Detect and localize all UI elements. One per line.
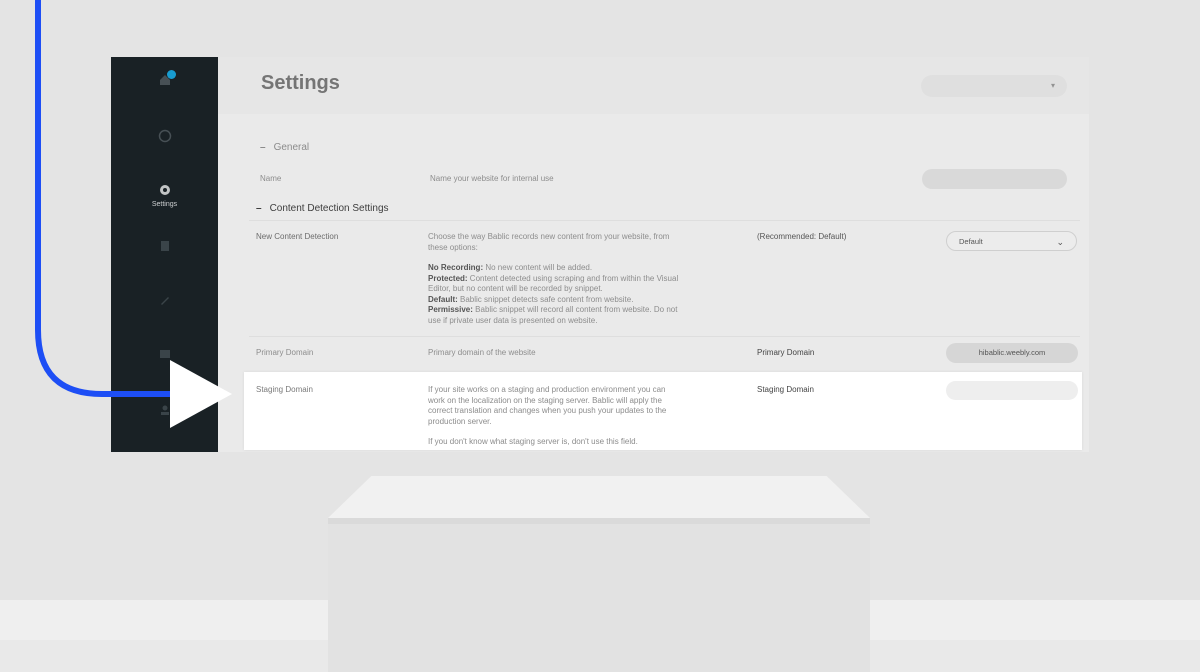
staging-domain-label: Staging Domain	[256, 385, 313, 394]
collapse-icon: –	[260, 142, 266, 153]
recommendation-text: (Recommended: Default)	[757, 232, 847, 241]
pedestal-top	[328, 476, 870, 518]
section-general-header[interactable]: – General	[260, 142, 309, 153]
new-content-description: Choose the way Bablic records new conten…	[428, 232, 679, 325]
section-content-detection-header[interactable]: – Content Detection Settings	[256, 203, 389, 214]
staging-domain-row: Staging Domain If your site works on a s…	[244, 372, 1082, 450]
page-title: Settings	[261, 72, 340, 94]
primary-domain-label: Primary Domain	[256, 348, 314, 357]
pedestal-front	[328, 518, 870, 672]
name-help: Name your website for internal use	[430, 174, 554, 183]
divider	[249, 336, 1080, 337]
divider	[249, 220, 1080, 221]
new-content-label: New Content Detection	[256, 232, 339, 241]
play-arrow-icon	[170, 360, 232, 428]
primary-domain-input[interactable]: hibablic.weebly.com	[946, 343, 1078, 363]
name-input[interactable]	[922, 169, 1067, 189]
primary-domain-field-label: Primary Domain	[757, 348, 815, 357]
connector-line	[35, 0, 178, 397]
chevron-down-icon: ▾	[1050, 81, 1055, 90]
staging-domain-input[interactable]	[946, 381, 1078, 400]
collapse-icon: –	[256, 203, 262, 214]
site-select[interactable]: ▾	[921, 75, 1067, 97]
primary-domain-help: Primary domain of the website	[428, 348, 536, 357]
staging-domain-help: If your site works on a staging and prod…	[428, 385, 667, 446]
detection-mode-select[interactable]: Default ⌄	[946, 231, 1077, 251]
connector-arrow	[35, 0, 232, 428]
name-label: Name	[260, 174, 282, 183]
staging-domain-field-label: Staging Domain	[757, 385, 814, 394]
chevron-down-icon: ⌄	[1056, 237, 1064, 247]
